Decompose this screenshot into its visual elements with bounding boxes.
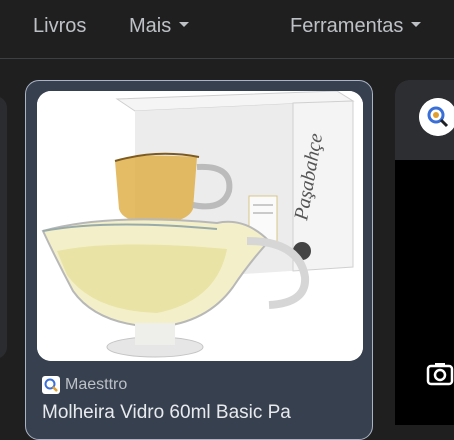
chevron-down-icon bbox=[179, 22, 190, 28]
next-card-header bbox=[395, 80, 454, 160]
result-title[interactable]: Molheira Vidro 60ml Basic Pa bbox=[42, 402, 362, 424]
gravy-boat-image: Paşabahçe bbox=[37, 91, 363, 361]
nav-more-menu[interactable]: Mais bbox=[129, 13, 190, 39]
next-result-card[interactable] bbox=[395, 80, 454, 425]
result-source[interactable]: Maesttro bbox=[42, 376, 127, 394]
nav-more-label: Mais bbox=[129, 15, 172, 37]
lens-icon bbox=[419, 98, 454, 136]
nav-tools-label: Ferramentas bbox=[290, 15, 404, 37]
nav-tools-menu[interactable]: Ferramentas bbox=[290, 13, 422, 39]
magnifier-favicon-icon bbox=[42, 376, 60, 394]
chevron-down-icon bbox=[411, 22, 422, 28]
nav-books-link[interactable]: Livros bbox=[33, 13, 86, 39]
previous-result-card[interactable] bbox=[0, 96, 7, 359]
top-nav-bar: Livros Mais Ferramentas bbox=[0, 0, 454, 59]
result-card[interactable]: Paşabahçe Maesttro Molheira Vidro 60ml B… bbox=[25, 80, 373, 440]
source-name: Maesttro bbox=[65, 376, 128, 393]
camera-search-icon[interactable] bbox=[425, 359, 454, 389]
product-image[interactable]: Paşabahçe bbox=[37, 91, 363, 361]
